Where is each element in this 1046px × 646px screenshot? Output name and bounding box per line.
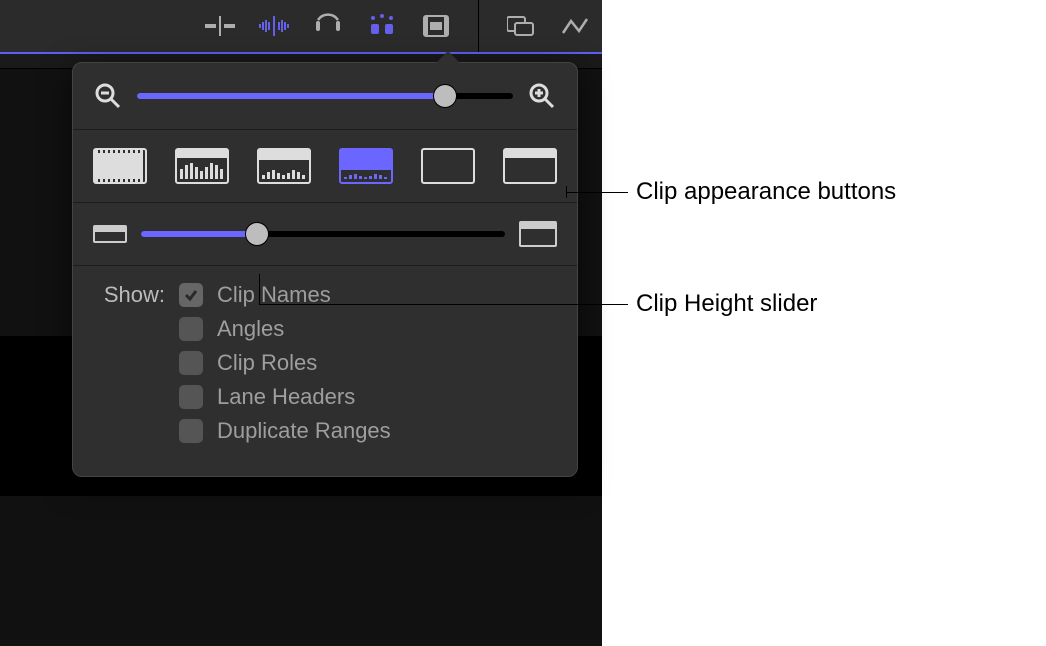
checkbox-clip-names[interactable] — [179, 283, 203, 307]
callout-height: Clip Height slider — [636, 290, 817, 318]
clip-height-row — [93, 221, 557, 247]
show-options: Show:Clip NamesAnglesClip RolesLane Head… — [73, 266, 577, 476]
clip-height-slider[interactable] — [141, 222, 505, 246]
audio-skimmer-icon[interactable] — [257, 9, 291, 43]
index-icon[interactable] — [504, 9, 538, 43]
clip-height-large-icon — [519, 221, 557, 247]
callout-appearance: Clip appearance buttons — [636, 178, 896, 206]
clip-appearance-large-waveform[interactable] — [175, 148, 229, 184]
clip-appearance-filmstrip-prominent[interactable] — [339, 148, 393, 184]
zoom-in-icon[interactable] — [527, 81, 557, 111]
zoom-slider[interactable] — [137, 84, 513, 108]
clip-appearance-filmstrip-only[interactable] — [421, 148, 475, 184]
show-option-row: Angles — [95, 316, 557, 342]
show-option-row: Duplicate Ranges — [95, 418, 557, 444]
clip-appearance-popover: Show:Clip NamesAnglesClip RolesLane Head… — [72, 62, 578, 477]
clip-appearance-waveform-only[interactable] — [93, 148, 147, 184]
callout-lead — [259, 304, 628, 305]
show-option-label: Lane Headers — [217, 384, 355, 410]
clip-height-small-icon — [93, 225, 127, 243]
toolbar-separator — [478, 0, 479, 52]
clip-appearance-icon[interactable] — [419, 9, 453, 43]
solo-icon[interactable] — [311, 9, 345, 43]
toolbar — [0, 0, 602, 54]
show-option-row: Clip Roles — [95, 350, 557, 376]
zoom-slider-row — [93, 81, 557, 111]
share-icon[interactable] — [558, 9, 592, 43]
checkbox-angles[interactable] — [179, 317, 203, 341]
snapping-icon[interactable] — [365, 9, 399, 43]
clip-appearance-label-only[interactable] — [503, 148, 557, 184]
show-option-label: Duplicate Ranges — [217, 418, 391, 444]
checkbox-lane-headers[interactable] — [179, 385, 203, 409]
clip-appearance-half-half[interactable] — [257, 148, 311, 184]
clip-appearance-buttons — [93, 148, 557, 184]
checkbox-clip-roles[interactable] — [179, 351, 203, 375]
show-option-row: Lane Headers — [95, 384, 557, 410]
checkbox-duplicate-ranges[interactable] — [179, 419, 203, 443]
skimmer-icon[interactable] — [203, 9, 237, 43]
zoom-out-icon[interactable] — [93, 81, 123, 111]
show-option-label: Clip Roles — [217, 350, 317, 376]
show-option-label: Angles — [217, 316, 284, 342]
callout-lead — [566, 192, 628, 193]
show-label: Show: — [95, 282, 165, 308]
